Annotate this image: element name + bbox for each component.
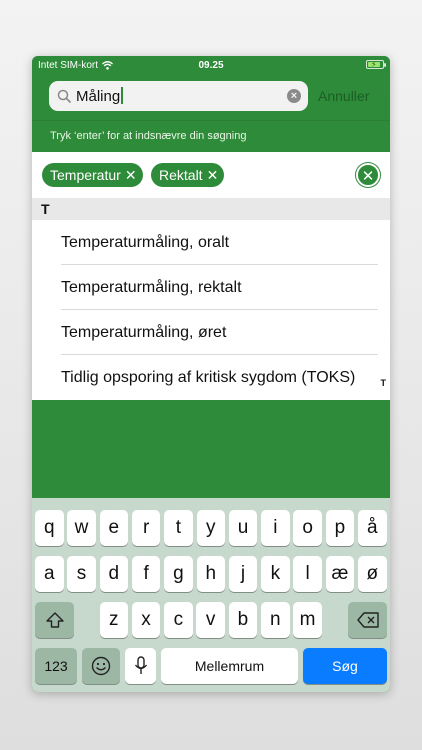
text-caret [121,87,124,104]
dictation-key[interactable] [125,648,156,684]
key-q[interactable]: q [35,510,64,546]
chip-label: Rektalt [159,167,203,183]
list-item-label: Temperaturmåling, rektalt [61,279,242,296]
space-key[interactable]: Mellemrum [161,648,298,684]
clear-search-icon[interactable]: × [287,89,301,103]
battery-icon: ⚡ [366,60,386,69]
key-l[interactable]: l [293,556,322,592]
backspace-icon [356,612,379,628]
status-bar: Intet SIM-kort 09.25 ⚡ [32,56,390,76]
keyboard: qwertyuiopå asdfghjklæø zxcvbnm 123 Mell… [32,498,390,692]
key-r[interactable]: r [131,510,161,546]
filter-chip-temperatur[interactable]: Temperatur ✕ [42,163,143,187]
key-w[interactable]: w [67,510,96,546]
key-s[interactable]: s [67,556,96,592]
section-index[interactable]: T [381,378,387,388]
search-input[interactable]: Måling × [49,81,308,111]
backspace-key[interactable] [348,602,387,638]
key-å[interactable]: å [358,510,387,546]
shift-key[interactable] [35,602,74,638]
charging-icon: ⚡ [371,60,377,69]
numbers-key[interactable]: 123 [35,648,77,684]
key-c[interactable]: c [164,602,193,638]
list-item[interactable]: Temperaturmåling, øret [32,310,390,355]
key-f[interactable]: f [131,556,161,592]
key-v[interactable]: v [196,602,225,638]
key-j[interactable]: j [228,556,258,592]
key-k[interactable]: k [261,556,290,592]
results-list: Temperaturmåling, oralt Temperaturmåling… [32,220,390,400]
key-ø[interactable]: ø [358,556,387,592]
key-y[interactable]: y [196,510,225,546]
cancel-button[interactable]: Annuller [318,88,369,104]
key-p[interactable]: p [325,510,355,546]
close-icon[interactable]: ✕ [125,168,137,182]
shift-icon [45,612,64,628]
search-hint: Tryk ‘enter’ for at indsnævre din søgnin… [50,130,247,142]
list-item-label: Temperaturmåling, øret [61,324,227,341]
microphone-icon [134,656,147,674]
section-header: T [32,198,390,220]
list-item-label: Temperaturmåling, oralt [61,234,230,251]
key-b[interactable]: b [228,602,258,638]
key-d[interactable]: d [99,556,129,592]
key-n[interactable]: n [261,602,290,638]
app-screen: Intet SIM-kort 09.25 ⚡ Måling × Annuller… [32,56,390,692]
key-x[interactable]: x [131,602,161,638]
key-æ[interactable]: æ [325,556,355,592]
emoji-key[interactable] [82,648,120,684]
list-item[interactable]: Temperaturmåling, rektalt [32,265,390,310]
emoji-icon [91,656,111,676]
key-m[interactable]: m [293,602,322,638]
key-z[interactable]: z [99,602,128,638]
key-e[interactable]: e [99,510,129,546]
key-i[interactable]: i [261,510,290,546]
filter-chip-rektalt[interactable]: Rektalt ✕ [151,163,225,187]
search-bar: Måling × Annuller [32,76,390,120]
key-h[interactable]: h [196,556,225,592]
status-time: 09.25 [198,60,224,71]
key-a[interactable]: a [35,556,64,592]
key-g[interactable]: g [164,556,193,592]
list-item[interactable]: Temperaturmåling, oralt [32,220,390,265]
search-key[interactable]: Søg [303,648,387,684]
list-item[interactable]: Tidlig opsporing af kritisk sygdom (TOKS… [32,355,390,400]
key-u[interactable]: u [228,510,258,546]
search-divider [32,120,390,121]
key-o[interactable]: o [293,510,322,546]
close-icon[interactable]: ✕ [207,168,219,182]
chip-label: Temperatur [50,167,121,183]
search-icon [57,89,71,103]
list-item-label: Tidlig opsporing af kritisk sygdom (TOKS… [61,369,356,386]
search-query: Måling [76,87,124,105]
key-t[interactable]: t [164,510,193,546]
filter-chips: Temperatur ✕ Rektalt ✕ ✕ [32,152,390,198]
clear-filters-icon[interactable]: ✕ [356,163,380,187]
